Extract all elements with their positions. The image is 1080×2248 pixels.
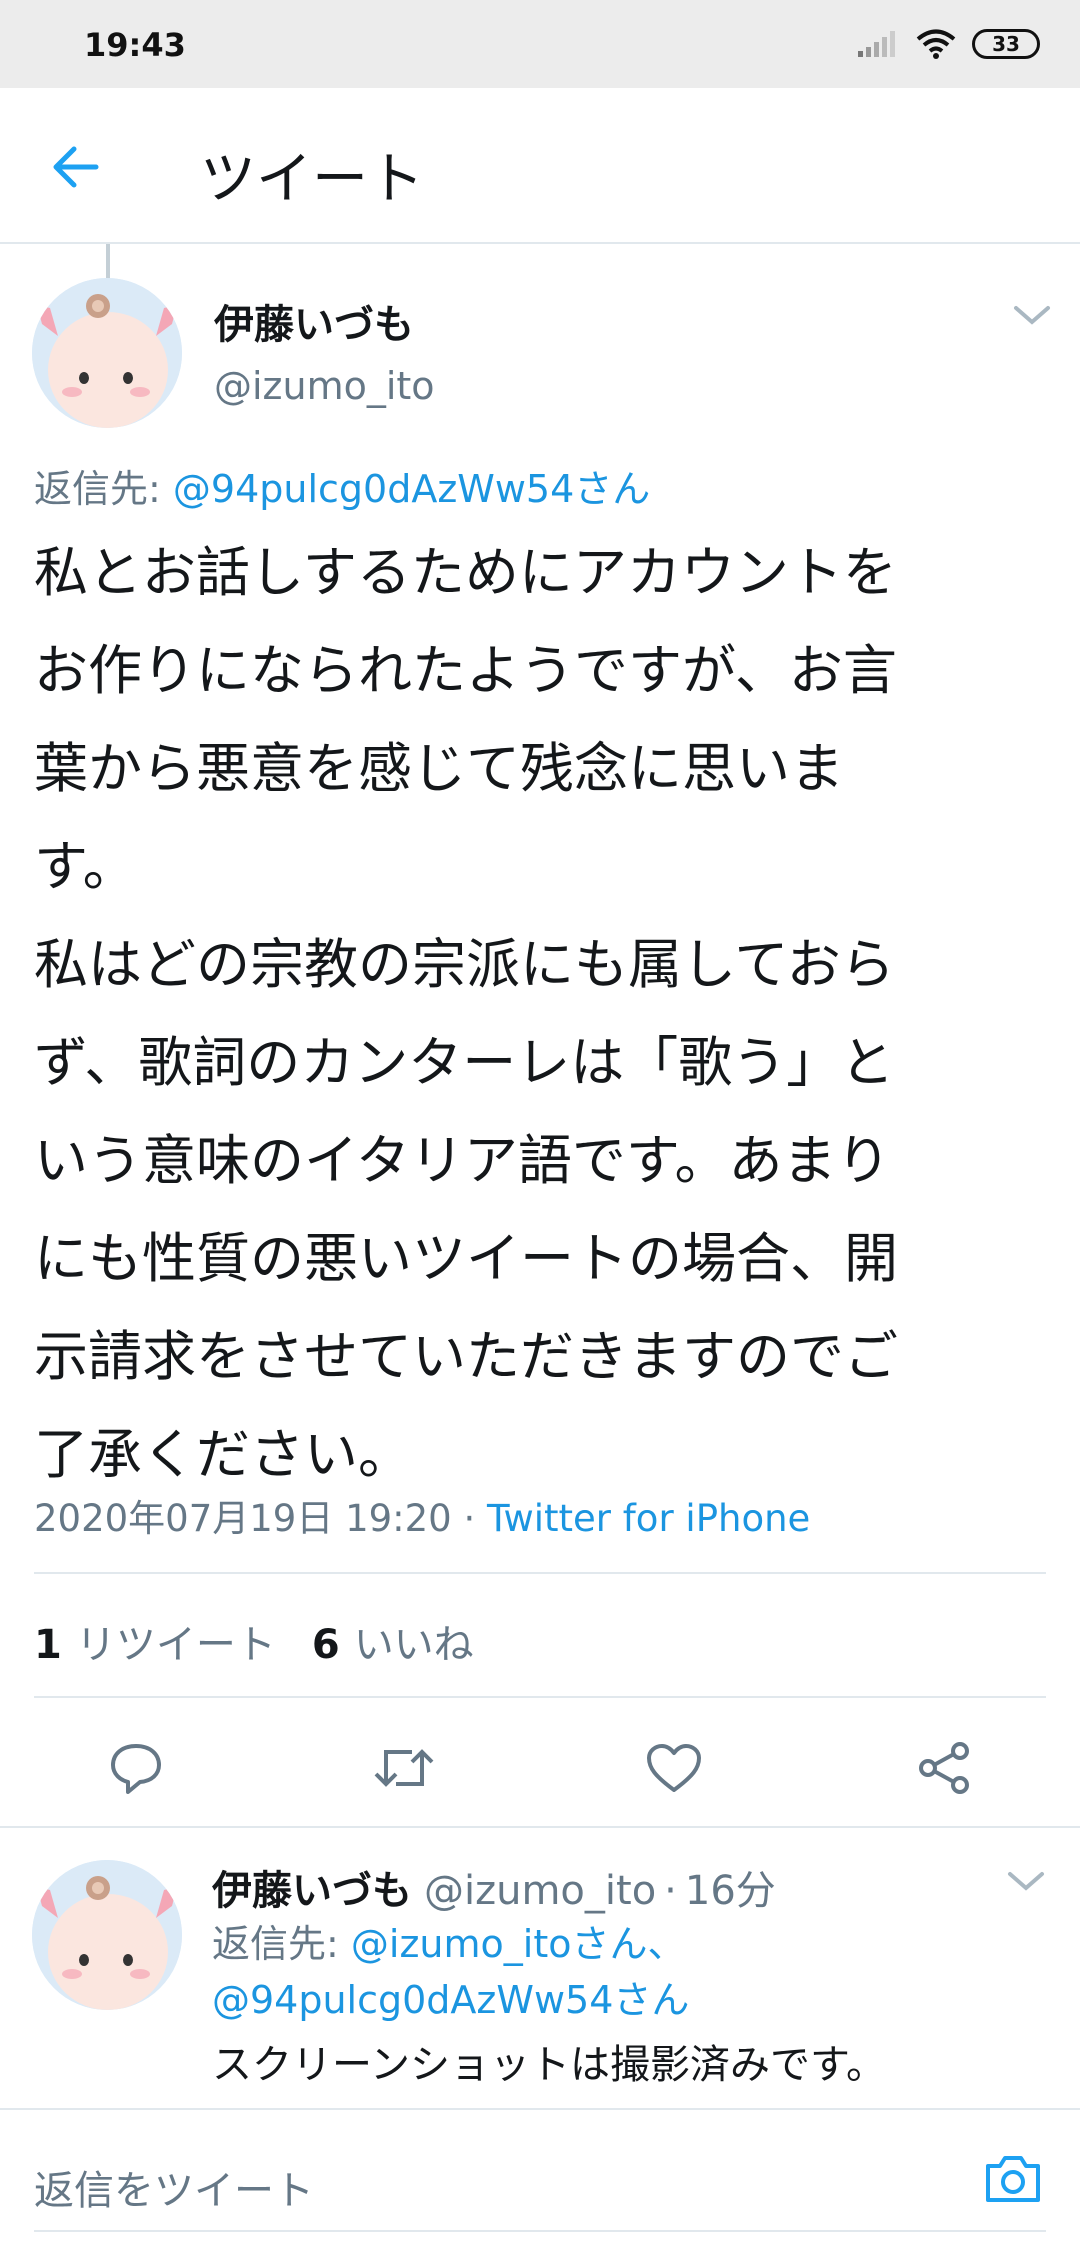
like-stat[interactable]: 6 いいね bbox=[312, 1612, 474, 1670]
reply-author-handle[interactable]: @izumo_ito bbox=[424, 1868, 656, 1914]
reply-compose-input[interactable]: 返信をツイート bbox=[34, 2158, 314, 2216]
meta-separator: · bbox=[463, 1497, 476, 1540]
avatar-image bbox=[32, 278, 182, 428]
reply-to-mention[interactable]: @94pulcg0dAzWw54さん bbox=[173, 467, 650, 511]
reply-to-mention[interactable]: @94pulcg0dAzWw54さん bbox=[212, 1978, 689, 2022]
heart-icon bbox=[647, 1744, 701, 1792]
reply-text: スクリーンショットは撮影済みです。 bbox=[212, 2042, 886, 2088]
reply-to-label: 返信先: bbox=[212, 1922, 339, 1966]
reply-avatar[interactable] bbox=[32, 1860, 182, 2010]
reply-to-mention[interactable]: @izumo_itoさん、 bbox=[351, 1922, 686, 1966]
reply-to-line: 返信先: @94pulcg0dAzWw54さん bbox=[34, 458, 650, 513]
share-button[interactable] bbox=[912, 1736, 976, 1800]
retweet-button[interactable] bbox=[372, 1736, 436, 1800]
like-button[interactable] bbox=[642, 1736, 706, 1800]
reply-time: 16分 bbox=[684, 1868, 776, 1914]
retweet-stat[interactable]: 1 リツイート bbox=[34, 1612, 276, 1670]
wifi-icon bbox=[916, 29, 956, 59]
like-stat-label: いいね bbox=[353, 1622, 474, 1668]
status-icons: 33 bbox=[856, 26, 1040, 62]
signal-icon bbox=[858, 31, 895, 57]
share-icon bbox=[919, 1742, 969, 1794]
tweet-stats: 1 リツイート 6 いいね bbox=[34, 1612, 474, 1670]
battery-icon: 33 bbox=[972, 29, 1040, 59]
compose-bar: 返信をツイート bbox=[0, 2110, 1080, 2248]
retweet-icon bbox=[374, 1749, 434, 1787]
chevron-down-icon[interactable] bbox=[1004, 1866, 1048, 1896]
retweet-stat-label: リツイート bbox=[75, 1622, 276, 1668]
reply-button[interactable] bbox=[104, 1736, 168, 1800]
action-bar bbox=[0, 1722, 1080, 1812]
author-handle[interactable]: @izumo_ito bbox=[214, 364, 435, 408]
top-header: ツイート bbox=[0, 88, 1080, 244]
tweet-text: 私とお話しするためにアカウントを お作りになられたようですが、お言 葉から悪意を… bbox=[34, 541, 898, 1486]
thread-line bbox=[106, 244, 110, 280]
divider bbox=[0, 1826, 1080, 1828]
tweet-client[interactable]: Twitter for iPhone bbox=[487, 1497, 810, 1540]
reply-author-name[interactable]: 伊藤いづも bbox=[212, 1868, 412, 1914]
arrow-left-icon bbox=[53, 146, 99, 188]
avatar[interactable] bbox=[32, 278, 182, 428]
chevron-down-icon[interactable] bbox=[1010, 300, 1054, 330]
status-bar: 19:43 33 bbox=[0, 0, 1080, 88]
camera-icon[interactable] bbox=[982, 2150, 1044, 2208]
status-time: 19:43 bbox=[84, 26, 186, 64]
tweet-meta: 2020年07月19日 19:20 · Twitter for iPhone bbox=[34, 1488, 810, 1542]
tweet-timestamp[interactable]: 2020年07月19日 19:20 bbox=[34, 1497, 452, 1540]
reply-separator: · bbox=[664, 1868, 677, 1914]
divider bbox=[34, 1572, 1046, 1574]
like-count: 6 bbox=[311, 1622, 340, 1668]
avatar-image bbox=[32, 1860, 182, 2010]
back-button[interactable] bbox=[40, 132, 110, 202]
divider bbox=[34, 1696, 1046, 1698]
reply-to-label: 返信先: bbox=[34, 467, 161, 511]
compose-underline bbox=[34, 2230, 1046, 2232]
author-name[interactable]: 伊藤いづも bbox=[214, 292, 414, 350]
reply-to-line: 返信先: @izumo_itoさん、 @94pulcg0dAzWw54さん bbox=[212, 1916, 1032, 2028]
reply-icon bbox=[111, 1744, 161, 1794]
retweet-count: 1 bbox=[34, 1622, 62, 1668]
reply-header: 伊藤いづも @izumo_ito · 16分 bbox=[212, 1858, 776, 1916]
page-title: ツイート bbox=[200, 147, 424, 212]
